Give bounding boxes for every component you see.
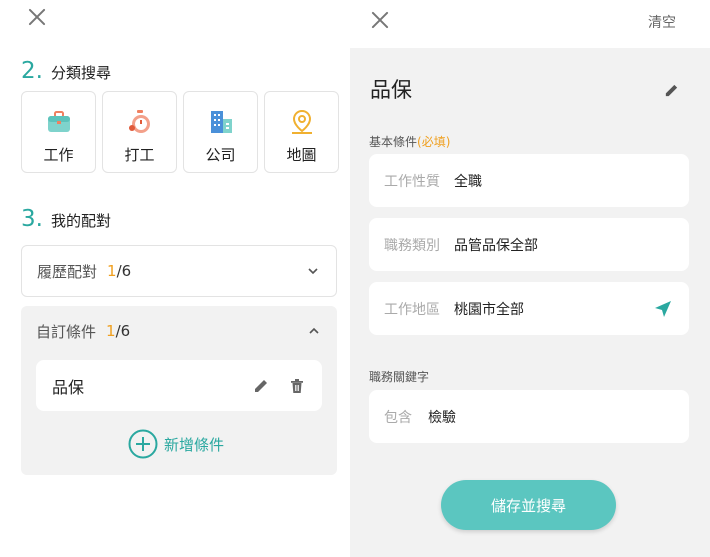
save-and-search-button[interactable]: 儲存並搜尋	[441, 480, 616, 530]
clear-button[interactable]: 清空	[648, 12, 676, 32]
add-condition-button[interactable]: 新增條件	[128, 429, 224, 459]
category-label: 地圖	[286, 146, 317, 164]
section-number: 2.	[21, 58, 43, 84]
category-label: 打工	[124, 146, 155, 164]
custom-conditions-title: 自訂條件	[36, 322, 97, 341]
condition-title: 品保	[370, 78, 412, 102]
pencil-icon[interactable]	[252, 377, 270, 395]
field-value: 全職	[454, 173, 482, 190]
count-current: 1	[107, 262, 117, 280]
right-screen: 清空 品保 基本條件(必填) 工作性質 全職 職務類別 品管品保全部 工作地區 …	[350, 0, 710, 557]
chevron-up-icon[interactable]	[306, 323, 322, 339]
basic-conditions-label: 基本條件(必填)	[369, 133, 450, 150]
resume-match-row[interactable]: 履歷配對 1/6	[22, 246, 336, 296]
condition-item[interactable]: 品保	[36, 360, 322, 411]
category-label: 工作	[43, 146, 74, 164]
briefcase-icon	[47, 111, 70, 132]
resume-match-title: 履歷配對	[37, 262, 98, 281]
chevron-down-icon[interactable]	[305, 263, 321, 279]
category-map[interactable]: 地圖	[264, 91, 339, 173]
custom-conditions-panel: 自訂條件 1/6 品保 新增條件	[21, 306, 337, 475]
add-circle-icon	[128, 429, 158, 459]
stopwatch-icon	[128, 110, 150, 133]
add-condition-label: 新增條件	[164, 435, 225, 454]
category-label: 公司	[205, 146, 236, 164]
field-value: 桃園市全部	[454, 301, 524, 318]
category-parttime[interactable]: 打工	[102, 91, 177, 173]
field-value: 檢驗	[428, 409, 456, 426]
job-location-field[interactable]: 工作地區 桃園市全部	[369, 282, 689, 335]
section-title: 分類搜尋	[50, 64, 111, 82]
field-label: 工作地區	[384, 301, 440, 318]
trash-icon[interactable]	[288, 377, 306, 395]
section-title: 我的配對	[50, 212, 111, 230]
my-match-heading: 3. 我的配對	[21, 206, 111, 232]
resume-match-count: 1/6	[107, 262, 131, 280]
resume-match-card[interactable]: 履歷配對 1/6	[21, 245, 337, 297]
count-total: /6	[115, 322, 131, 340]
job-type-field[interactable]: 工作性質 全職	[369, 154, 689, 207]
basic-label-text: 基本條件	[369, 135, 418, 149]
category-company[interactable]: 公司	[183, 91, 258, 173]
close-icon[interactable]	[369, 9, 391, 31]
condition-name: 品保	[52, 377, 85, 397]
job-category-field[interactable]: 職務類別 品管品保全部	[369, 218, 689, 271]
keyword-label: 職務關鍵字	[369, 370, 430, 384]
field-value: 品管品保全部	[454, 237, 538, 254]
category-grid: 工作 打工 公司 地圖	[21, 91, 339, 173]
category-search-heading: 2. 分類搜尋	[21, 58, 111, 84]
left-screen: 2. 分類搜尋 工作 打工 公司 地圖 3. 我的配對 履歷配對 1/6 自訂條…	[0, 0, 350, 557]
location-arrow-icon[interactable]	[652, 298, 674, 320]
close-icon[interactable]	[26, 6, 48, 28]
keyword-field[interactable]: 包含 檢驗	[369, 390, 689, 443]
field-label: 包含	[384, 409, 412, 426]
count-current: 1	[106, 322, 116, 340]
pencil-icon[interactable]	[663, 82, 680, 99]
category-work[interactable]: 工作	[21, 91, 96, 173]
custom-conditions-count: 1/6	[106, 322, 130, 340]
custom-conditions-header[interactable]: 自訂條件 1/6	[21, 306, 337, 356]
required-label: (必填)	[417, 135, 451, 149]
top-bar: 清空	[350, 0, 710, 48]
field-label: 工作性質	[384, 173, 440, 190]
field-label: 職務類別	[384, 237, 440, 254]
building-icon	[210, 111, 232, 133]
map-pin-icon	[291, 109, 312, 134]
count-total: /6	[116, 262, 132, 280]
section-number: 3.	[21, 206, 43, 232]
